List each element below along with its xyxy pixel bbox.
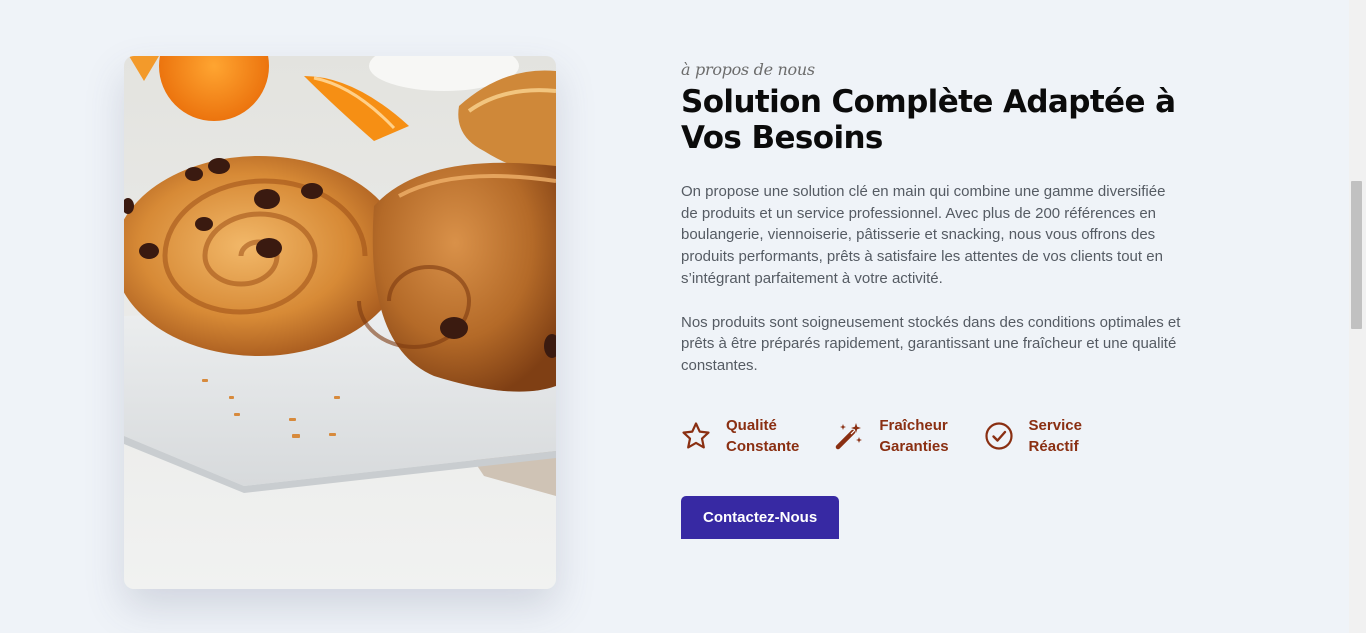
- intro-paragraph: On propose une solution clé en main qui …: [681, 183, 1166, 287]
- star-icon: [681, 421, 711, 451]
- pastries-photo: [124, 56, 556, 589]
- scrollbar-thumb[interactable]: [1351, 181, 1362, 329]
- features-row: Qualité Constante Fraîcheur Garanties Se…: [681, 414, 1191, 458]
- feature-label: Fraîcheur Garanties: [879, 415, 948, 457]
- storage-paragraph: Nos produits sont soigneusement stockés …: [681, 313, 1181, 374]
- feature-service: Service Réactif: [984, 415, 1082, 457]
- check-circle-icon: [984, 421, 1014, 451]
- feature-label-line: Qualité: [726, 416, 777, 434]
- magic-wand-icon: [834, 421, 864, 451]
- page-scrollbar[interactable]: [1349, 0, 1366, 633]
- feature-label-line: Réactif: [1028, 437, 1079, 455]
- feature-label: Qualité Constante: [726, 415, 799, 457]
- feature-freshness: Fraîcheur Garanties: [834, 415, 949, 457]
- feature-quality: Qualité Constante: [681, 415, 799, 457]
- contact-button[interactable]: Contactez-Nous: [681, 495, 840, 539]
- feature-label-line: Garanties: [879, 437, 949, 455]
- feature-label-line: Service: [1028, 416, 1082, 434]
- pastries-image: [124, 56, 556, 589]
- about-section: à propos de nous Solution Complète Adapt…: [681, 58, 1191, 539]
- section-title: Solution Complète Adaptée à Vos Besoins: [681, 84, 1176, 156]
- feature-label-line: Fraîcheur: [879, 416, 948, 434]
- feature-label-line: Constante: [726, 437, 800, 455]
- section-eyebrow: à propos de nous: [681, 60, 815, 79]
- feature-label: Service Réactif: [1029, 415, 1082, 457]
